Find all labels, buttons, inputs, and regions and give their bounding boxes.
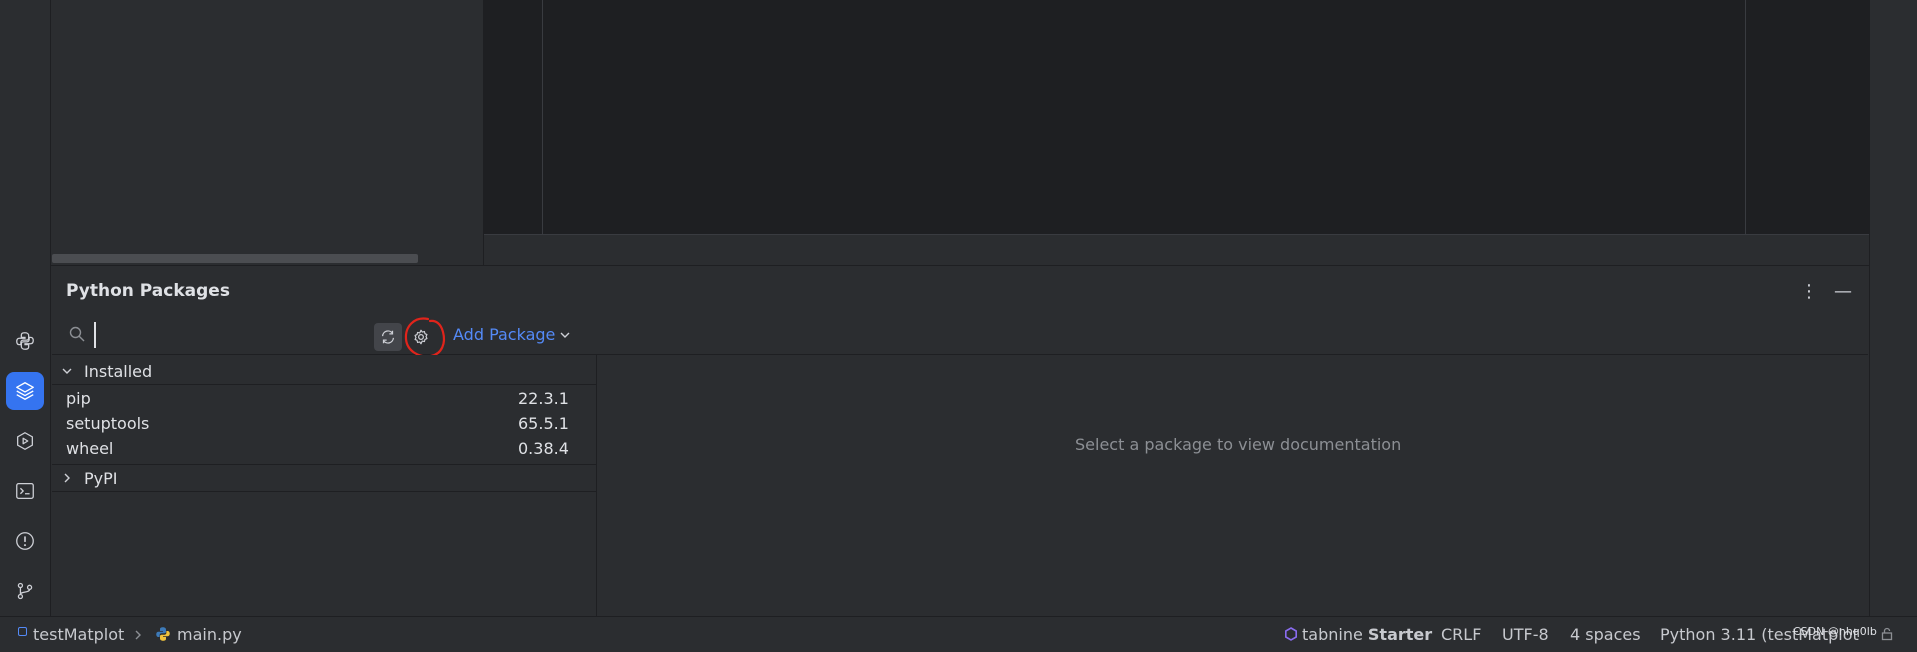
more-options-button[interactable]: ⋮ <box>1796 281 1822 303</box>
more-vertical-icon: ⋮ <box>1800 281 1818 302</box>
watermark: CSDN @nhq0lb <box>1793 625 1877 638</box>
tabnine-brand: tabnine <box>1302 625 1363 644</box>
package-row[interactable]: setuptools 65.5.1 <box>52 411 596 436</box>
python-file-icon <box>156 627 170 641</box>
python-packages-button[interactable] <box>6 372 44 410</box>
editor-right-margin <box>1745 0 1746 234</box>
breadcrumb-project[interactable]: testMatplot <box>33 625 124 644</box>
package-row[interactable]: wheel 0.38.4 <box>52 436 596 461</box>
project-horizontal-scrollbar[interactable] <box>52 254 418 263</box>
python-packages-icon <box>16 382 34 400</box>
package-version: 22.3.1 <box>518 389 569 408</box>
add-package-dropdown[interactable]: Add Package <box>453 325 571 344</box>
tabnine-tier: Starter <box>1367 625 1433 644</box>
tool-window-title: Python Packages <box>66 281 230 301</box>
terminal-icon <box>16 483 34 499</box>
list-splitter[interactable] <box>596 355 597 616</box>
git-button[interactable] <box>6 572 44 610</box>
tabnine-logo-icon <box>1285 627 1297 641</box>
pypi-group-label: PyPI <box>84 468 118 488</box>
refresh-icon <box>381 330 395 344</box>
project-panel <box>51 0 483 265</box>
right-tool-strip <box>1869 0 1917 616</box>
editor-gutter-separator <box>542 0 543 234</box>
documentation-placeholder: Select a package to view documentation <box>1075 435 1402 454</box>
editor-bottom-bar <box>484 234 1869 266</box>
search-icon <box>69 326 85 342</box>
lock-icon[interactable] <box>1880 627 1894 641</box>
package-name: setuptools <box>66 414 150 433</box>
package-row[interactable]: pip 22.3.1 <box>52 386 596 411</box>
chevron-down-icon <box>560 332 570 338</box>
package-version: 0.38.4 <box>518 439 569 458</box>
encoding-widget[interactable]: UTF-8 <box>1502 625 1549 644</box>
package-name: wheel <box>66 439 114 458</box>
line-separator-widget[interactable]: CRLF <box>1441 625 1481 644</box>
chevron-right-icon <box>64 473 70 483</box>
module-icon <box>18 627 27 636</box>
installed-group-header[interactable]: Installed <box>52 358 596 385</box>
pypi-group-header[interactable]: PyPI <box>52 464 596 492</box>
package-version: 65.5.1 <box>518 414 569 433</box>
problems-button[interactable] <box>6 522 44 560</box>
package-name: pip <box>66 389 91 408</box>
hide-window-button[interactable]: — <box>1830 281 1856 303</box>
status-bar: testMatplot main.py tabnine Starter CRLF… <box>0 616 1917 652</box>
editor-area[interactable] <box>484 0 1869 265</box>
services-icon <box>17 432 33 450</box>
minimize-icon: — <box>1834 281 1852 302</box>
add-package-label: Add Package <box>453 325 556 344</box>
tabnine-status[interactable]: tabnine Starter <box>1302 625 1432 644</box>
git-icon <box>17 582 33 600</box>
installed-group-label: Installed <box>84 361 153 381</box>
refresh-button[interactable] <box>374 323 402 351</box>
chevron-down-icon <box>62 368 72 374</box>
python-console-icon <box>16 332 34 350</box>
left-tool-strip <box>0 0 51 616</box>
indent-widget[interactable]: 4 spaces <box>1570 625 1641 644</box>
problems-icon <box>16 532 34 550</box>
services-button[interactable] <box>6 422 44 460</box>
python-console-button[interactable] <box>6 322 44 360</box>
terminal-button[interactable] <box>6 472 44 510</box>
breadcrumb-file[interactable]: main.py <box>177 625 242 644</box>
chevron-right-icon <box>135 630 141 640</box>
package-search-input[interactable] <box>94 322 356 348</box>
